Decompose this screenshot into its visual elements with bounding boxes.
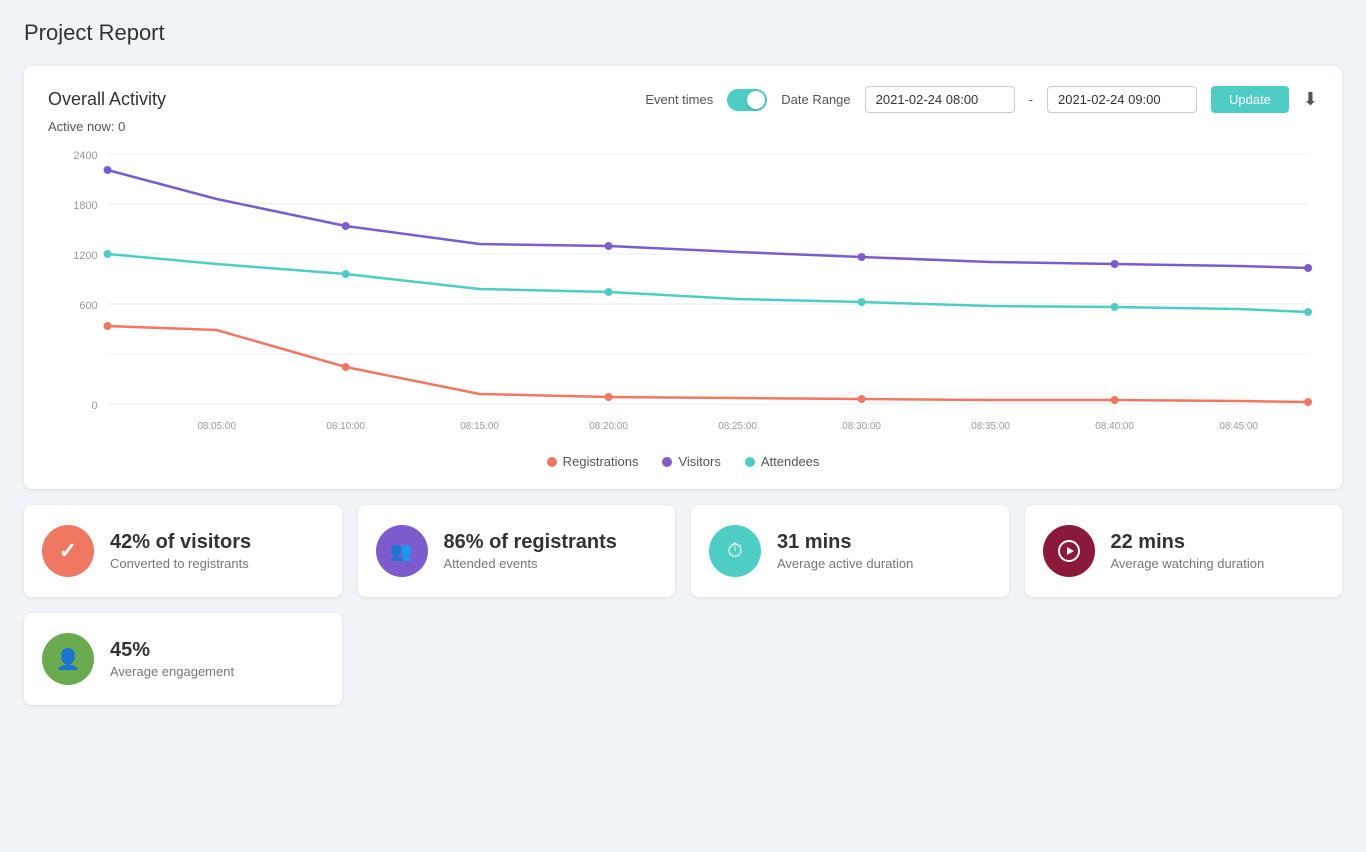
- svg-text:08:10:00: 08:10:00: [326, 421, 365, 432]
- event-times-label: Event times: [645, 92, 713, 107]
- svg-text:08:25:00: 08:25:00: [718, 421, 757, 432]
- chart-legend: Registrations Visitors Attendees: [48, 454, 1318, 469]
- date-separator: -: [1029, 92, 1033, 107]
- chart-controls: Event times Date Range - Update ⬇: [645, 86, 1318, 113]
- stat-value-2: 86% of registrants: [444, 531, 617, 554]
- stat-label-2: Attended events: [444, 556, 617, 571]
- play-icon: [1043, 525, 1095, 577]
- person-icon: 👤: [42, 633, 94, 685]
- svg-text:08:20:00: 08:20:00: [589, 421, 628, 432]
- svg-text:08:45:00: 08:45:00: [1219, 421, 1258, 432]
- registrations-label: Registrations: [563, 454, 639, 469]
- stats-grid-bottom: 👤 45% Average engagement: [24, 613, 1342, 705]
- event-times-toggle[interactable]: [727, 89, 767, 111]
- check-icon: ✓: [42, 525, 94, 577]
- svg-text:1800: 1800: [73, 200, 97, 212]
- update-button[interactable]: Update: [1211, 86, 1289, 113]
- svg-text:08:15:00: 08:15:00: [460, 421, 499, 432]
- chart-header: Overall Activity Event times Date Range …: [48, 86, 1318, 113]
- stat-label-1: Converted to registrants: [110, 556, 251, 571]
- svg-text:08:30:00: 08:30:00: [842, 421, 881, 432]
- svg-text:08:05:00: 08:05:00: [197, 421, 236, 432]
- visitors-label: Visitors: [678, 454, 720, 469]
- attendees-dot: [745, 457, 755, 467]
- chart-area: 2400 1800 1200 600 0 08:05:00 08:10:00 0…: [48, 144, 1318, 444]
- legend-visitors: Visitors: [662, 454, 720, 469]
- svg-text:2400: 2400: [73, 150, 97, 162]
- download-icon[interactable]: ⬇: [1303, 89, 1318, 110]
- overall-activity-card: Overall Activity Event times Date Range …: [24, 66, 1342, 489]
- chart-title: Overall Activity: [48, 89, 166, 110]
- svg-text:1200: 1200: [73, 250, 97, 262]
- visitors-dot: [662, 457, 672, 467]
- svg-text:600: 600: [79, 300, 97, 312]
- date-to-input[interactable]: [1047, 86, 1197, 113]
- stat-engagement: 👤 45% Average engagement: [24, 613, 342, 705]
- registrations-dot: [547, 457, 557, 467]
- stat-label-3: Average active duration: [777, 556, 913, 571]
- page-title: Project Report: [24, 20, 1342, 46]
- stat-watching-duration: 22 mins Average watching duration: [1025, 505, 1343, 597]
- legend-registrations: Registrations: [547, 454, 639, 469]
- stat-label-5: Average engagement: [110, 664, 234, 679]
- active-now: Active now: 0: [48, 119, 1318, 134]
- svg-text:08:35:00: 08:35:00: [971, 421, 1010, 432]
- chart-title-area: Overall Activity: [48, 89, 166, 110]
- stat-value-3: 31 mins: [777, 531, 913, 554]
- stats-grid: ✓ 42% of visitors Converted to registran…: [24, 505, 1342, 597]
- stat-label-4: Average watching duration: [1111, 556, 1265, 571]
- svg-text:0: 0: [92, 400, 98, 412]
- stat-visitors-converted: ✓ 42% of visitors Converted to registran…: [24, 505, 342, 597]
- stat-value-4: 22 mins: [1111, 531, 1265, 554]
- legend-attendees: Attendees: [745, 454, 820, 469]
- stat-value-5: 45%: [110, 639, 234, 662]
- date-range-label: Date Range: [781, 92, 850, 107]
- stat-active-duration: ⏱ 31 mins Average active duration: [691, 505, 1009, 597]
- date-from-input[interactable]: [865, 86, 1015, 113]
- activity-chart: 2400 1800 1200 600 0 08:05:00 08:10:00 0…: [48, 144, 1318, 444]
- svg-text:08:40:00: 08:40:00: [1095, 421, 1134, 432]
- clock-icon: ⏱: [709, 525, 761, 577]
- stat-registrants-attended: 👥 86% of registrants Attended events: [358, 505, 676, 597]
- attendees-label: Attendees: [761, 454, 820, 469]
- users-icon: 👥: [376, 525, 428, 577]
- stat-value-1: 42% of visitors: [110, 531, 251, 554]
